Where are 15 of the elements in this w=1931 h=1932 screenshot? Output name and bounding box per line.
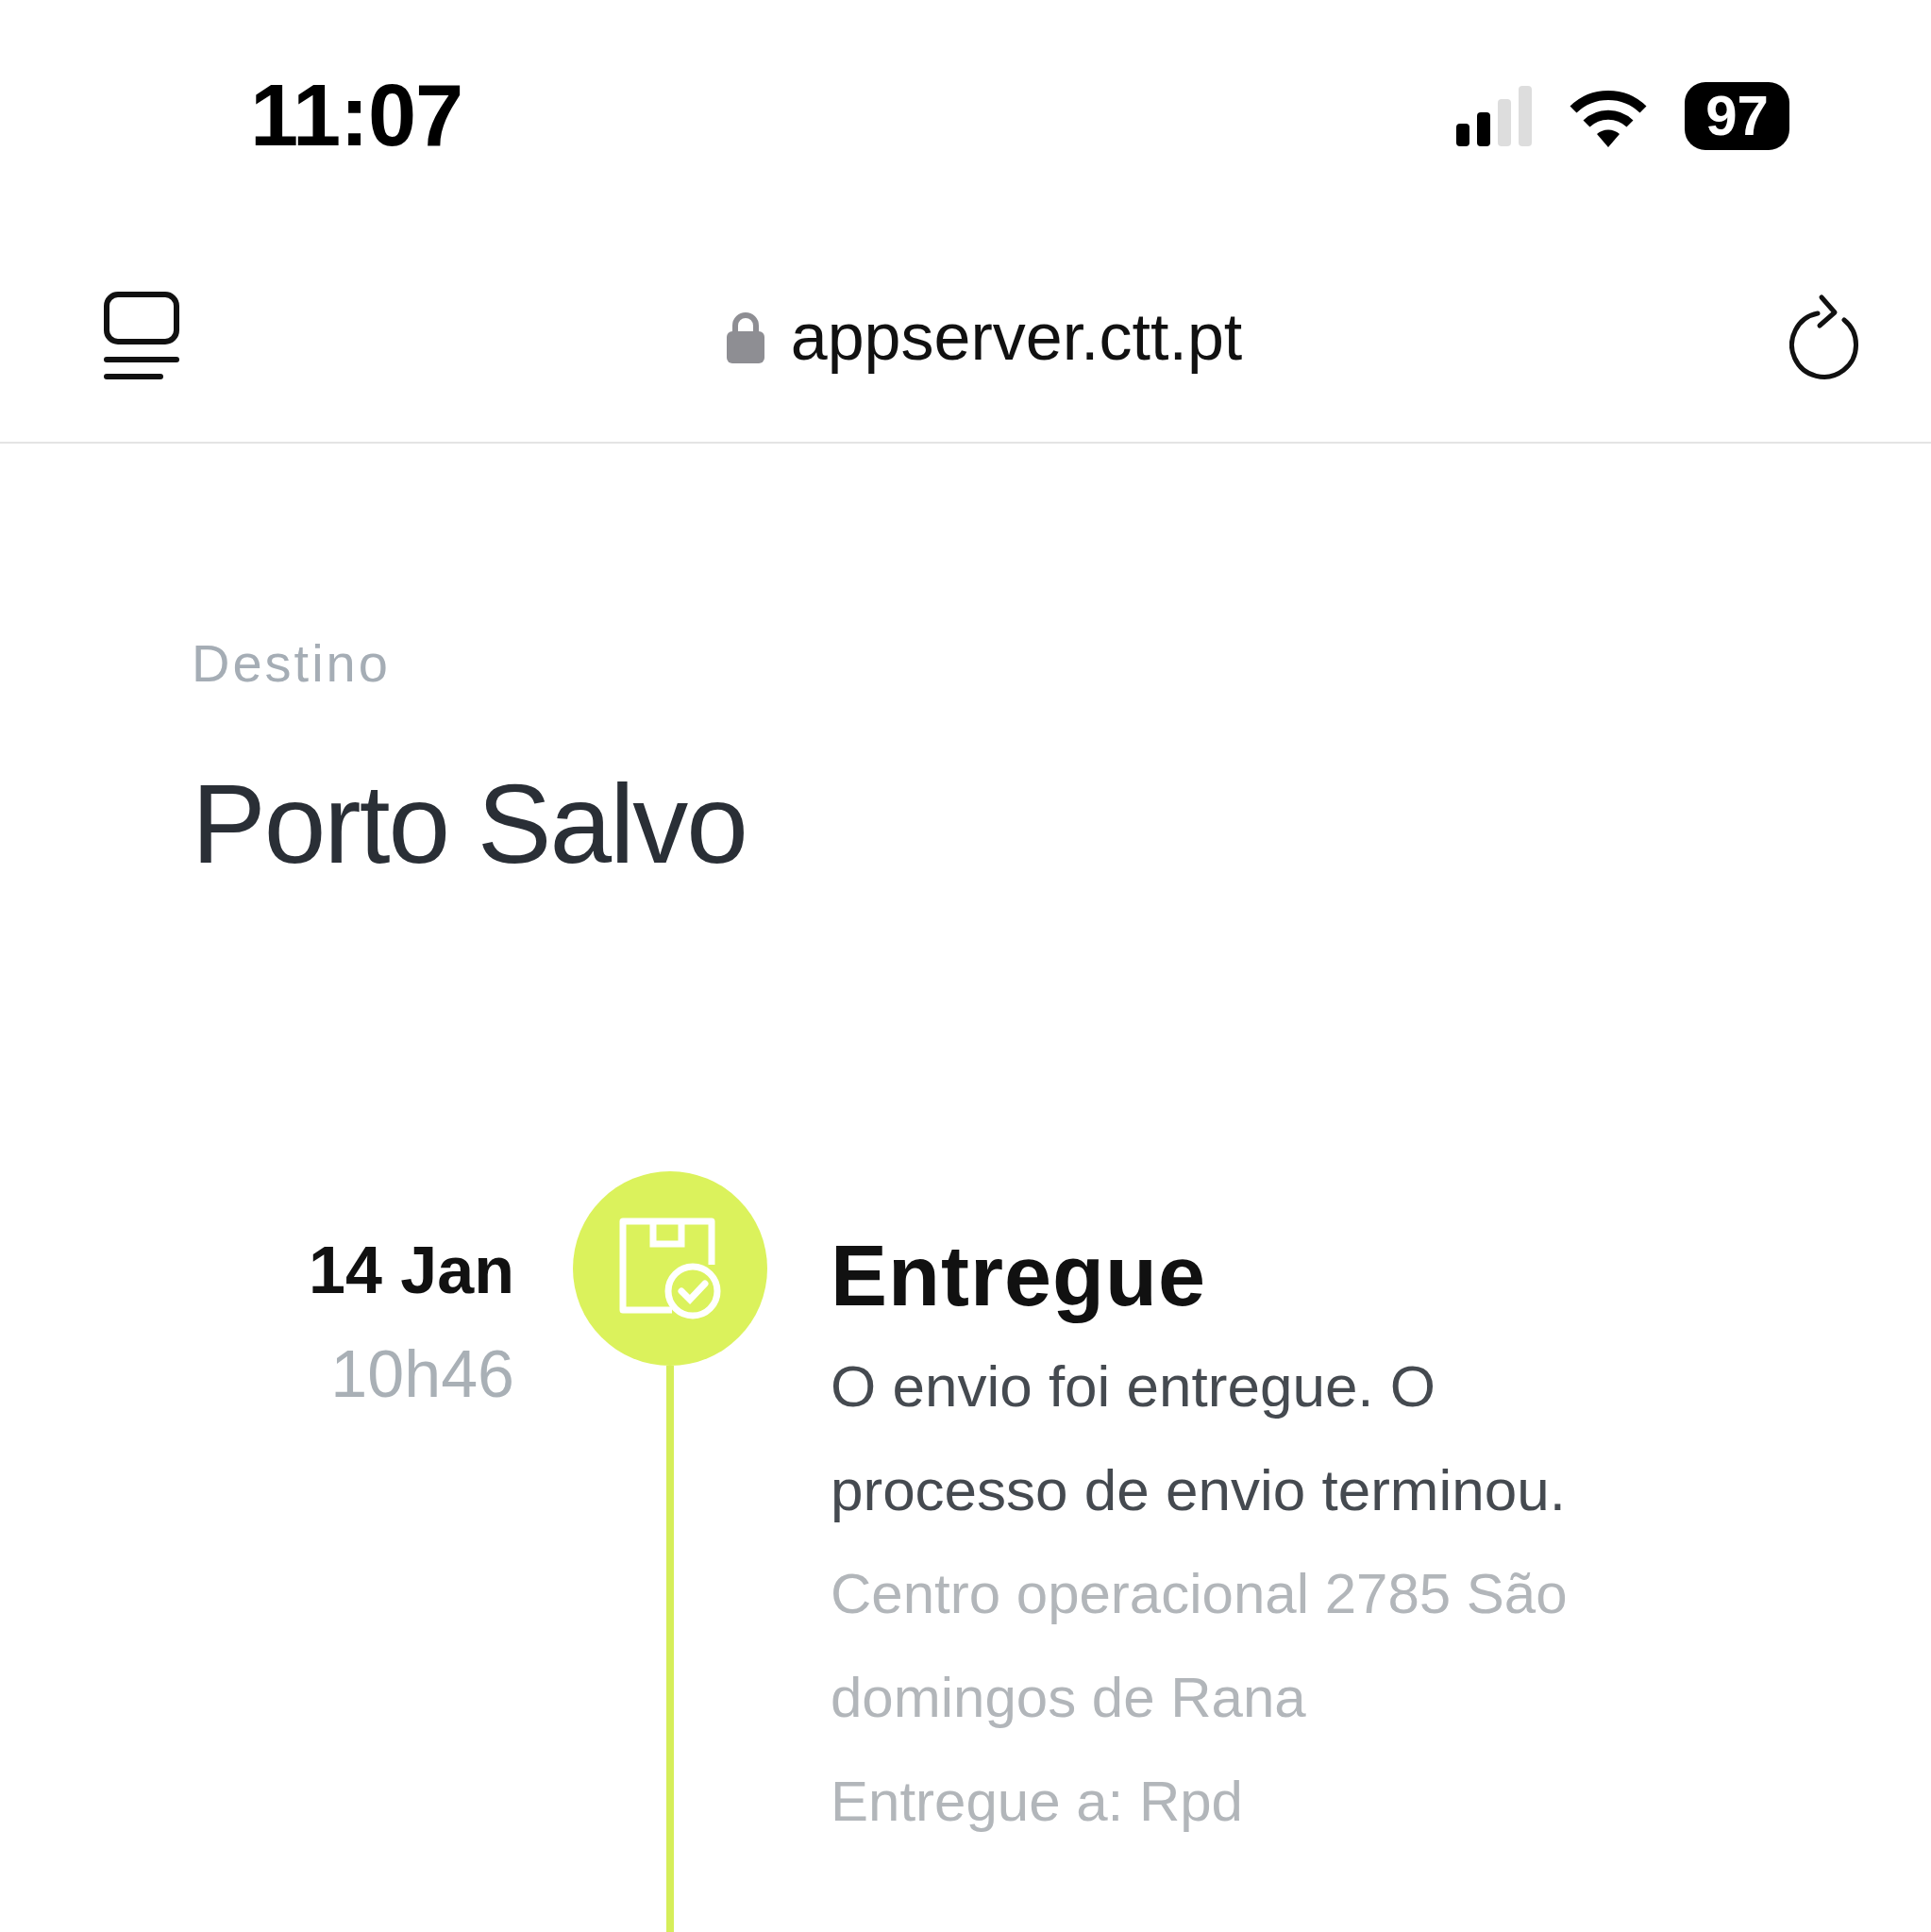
destination-label: Destino — [192, 632, 392, 694]
battery-level: 97 — [1685, 81, 1789, 150]
tabs-icon[interactable] — [104, 291, 179, 382]
package-check-icon — [617, 1216, 723, 1321]
signal-icon — [1456, 85, 1533, 146]
event-detail: Entregue a: Rpd — [831, 1769, 1244, 1835]
event-title: Entregue — [831, 1228, 1208, 1325]
event-date: 14 Jan — [309, 1233, 514, 1308]
event-detail: Centro operacional 2785 São domingos de Rana — [831, 1561, 1569, 1731]
clock-time: 11:07 — [250, 66, 463, 166]
event-time: 10h46 — [330, 1336, 514, 1412]
destination-city: Porto Salvo — [192, 761, 747, 888]
lock-icon — [726, 310, 764, 363]
event-description: O envio foi entregue. O processo de envio terminou. — [831, 1352, 1567, 1524]
url-text[interactable]: appserver.ctt.pt — [790, 298, 1243, 375]
